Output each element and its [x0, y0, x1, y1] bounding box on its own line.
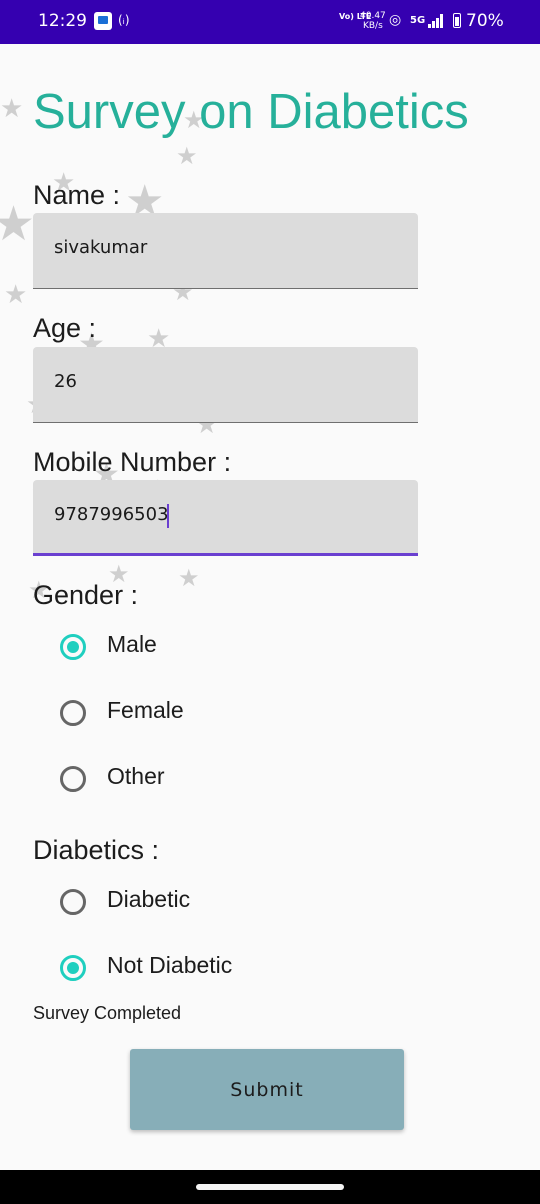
radio-male[interactable]: Male: [60, 627, 360, 667]
home-gesture-handle[interactable]: [196, 1184, 344, 1190]
submit-button[interactable]: Submit: [130, 1049, 404, 1130]
star-icon: ★: [0, 196, 36, 252]
age-input[interactable]: [54, 371, 394, 392]
cast-icon: (ᵢ): [118, 13, 130, 27]
app-notification-icon: [94, 12, 112, 30]
network-type: 5G: [410, 15, 426, 26]
radio-female[interactable]: Female: [60, 693, 360, 733]
radio-diabetic[interactable]: Diabetic: [60, 882, 360, 922]
hotspot-icon: ◎: [389, 12, 402, 28]
text-cursor: [167, 504, 169, 528]
radio-male-label: Male: [107, 631, 157, 657]
mobile-number-label: Mobile Number :: [33, 447, 232, 477]
network-speed: 40.47 KB/s: [360, 11, 386, 31]
radio-other-label: Other: [107, 763, 165, 789]
survey-status-text: Survey Completed: [33, 1003, 182, 1023]
star-icon: ★: [176, 142, 198, 170]
battery-percent: 70%: [466, 11, 504, 31]
radio-other[interactable]: Other: [60, 759, 360, 799]
mobile-number-field[interactable]: [33, 480, 418, 556]
radio-checked-icon[interactable]: [60, 634, 86, 660]
radio-unchecked-icon[interactable]: [60, 766, 86, 792]
radio-not-diabetic-label: Not Diabetic: [107, 952, 233, 978]
status-bar: 12:29 (ᵢ) Vo) LTE 40.47 KB/s ◎ 5G 70%: [0, 0, 540, 44]
name-label: Name :: [33, 180, 121, 210]
radio-checked-icon[interactable]: [60, 955, 86, 981]
radio-female-label: Female: [107, 697, 184, 723]
age-field[interactable]: [33, 347, 418, 423]
network-speed-unit: KB/s: [362, 21, 383, 31]
star-icon: ★: [0, 94, 24, 124]
network-speed-value: 40.47: [360, 11, 386, 21]
name-field[interactable]: [33, 213, 418, 289]
age-label: Age :: [33, 313, 97, 343]
gender-label: Gender :: [33, 580, 139, 610]
radio-unchecked-icon[interactable]: [60, 700, 86, 726]
battery-icon: [453, 13, 461, 28]
navigation-bar: [0, 1170, 540, 1204]
name-input[interactable]: [54, 237, 394, 258]
diabetics-label: Diabetics :: [33, 835, 160, 865]
status-time: 12:29: [38, 11, 87, 31]
radio-not-diabetic[interactable]: Not Diabetic: [60, 948, 360, 988]
page-title: Survey on Diabetics: [33, 85, 469, 139]
radio-diabetic-label: Diabetic: [107, 886, 191, 912]
mobile-number-input[interactable]: [54, 504, 394, 525]
star-icon: ★: [178, 564, 200, 592]
signal-icon: [428, 14, 444, 28]
star-icon: ★: [4, 280, 28, 310]
radio-unchecked-icon[interactable]: [60, 889, 86, 915]
